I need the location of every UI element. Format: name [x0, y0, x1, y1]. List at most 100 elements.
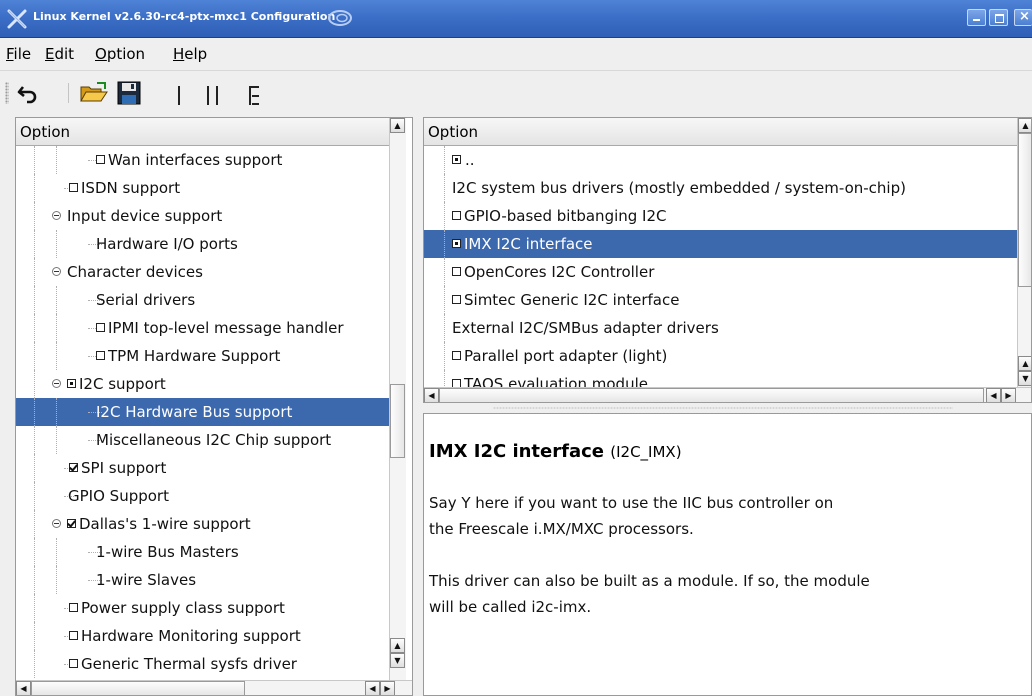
tree-row[interactable]: Power supply class support [16, 594, 389, 622]
tree-row[interactable]: GPIO Support [16, 482, 389, 510]
unchecked-checkbox-icon[interactable] [96, 323, 105, 332]
scroll-down-button[interactable]: ▼ [390, 653, 405, 668]
tree-connector [56, 314, 57, 342]
scroll-left-button[interactable]: ◀ [16, 681, 31, 695]
scroll-up-button[interactable]: ▲ [390, 638, 405, 653]
option-list[interactable]: Option .. I2C system bus drivers (mostly … [423, 117, 1032, 403]
tree-header[interactable]: Option [16, 118, 389, 146]
tree-row[interactable]: TPM Hardware Support [16, 342, 389, 370]
tree-row[interactable]: ISDN support [16, 174, 389, 202]
tree-row[interactable]: Generic Thermal sysfs driver [16, 650, 389, 678]
tree-row-label: I2C support [79, 375, 166, 393]
expander-icon[interactable] [52, 379, 61, 388]
expander-icon[interactable] [52, 267, 61, 276]
list-horizontal-scrollbar[interactable]: ◀ ◀ ▶ [424, 387, 1031, 402]
tree-row[interactable]: Hardware I/O ports [16, 230, 389, 258]
tree-row[interactable]: Dallas's 1-wire support [16, 510, 389, 538]
unchecked-checkbox-icon[interactable] [96, 351, 105, 360]
save-disk-icon[interactable] [116, 81, 142, 105]
tree-connector [56, 230, 57, 258]
unchecked-checkbox-icon[interactable] [452, 295, 461, 304]
tree-row-label: 1-wire Bus Masters [96, 543, 239, 561]
tree-row[interactable]: IPMI top-level message handler [16, 314, 389, 342]
open-folder-icon[interactable] [79, 81, 109, 105]
tree-row[interactable]: Character devices [16, 258, 389, 286]
tree-row-label: 1-wire Slaves [96, 571, 197, 589]
config-tree[interactable]: Option Wan interfaces support ISDN suppor… [15, 117, 413, 696]
unchecked-checkbox-icon[interactable] [69, 659, 78, 668]
toolbar-grip[interactable] [5, 82, 9, 104]
tree-connector [34, 426, 35, 454]
tree-connector [34, 370, 35, 398]
list-row[interactable]: External I2C/SMBus adapter drivers [424, 314, 1017, 342]
list-row[interactable]: OpenCores I2C Controller [424, 258, 1017, 286]
tree-connector [56, 146, 57, 174]
single-view-icon[interactable] [175, 86, 185, 106]
tree-horizontal-scrollbar[interactable]: ◀ ◀ ▶ [16, 680, 412, 695]
module-checkbox-icon[interactable] [452, 239, 461, 248]
tree-vertical-scrollbar[interactable]: ▲ ▲ ▼ [389, 118, 406, 681]
back-arrow-icon[interactable] [15, 81, 41, 105]
split-view-icon[interactable] [205, 86, 225, 106]
list-row[interactable]: IMX I2C interface [424, 230, 1017, 258]
scroll-left-button[interactable]: ◀ [424, 388, 439, 402]
checked-checkbox-icon[interactable] [69, 463, 78, 472]
module-checkbox-icon[interactable] [67, 379, 76, 388]
scroll-up-button[interactable]: ▲ [1018, 356, 1031, 371]
scroll-left-button[interactable]: ◀ [986, 388, 1001, 402]
tree-row-label: Serial drivers [96, 291, 196, 309]
list-vertical-scrollbar[interactable]: ▲ ▲ ▼ [1017, 118, 1031, 387]
unchecked-checkbox-icon[interactable] [69, 603, 78, 612]
list-hscroll-thumb[interactable] [439, 388, 984, 402]
close-button[interactable]: × [1014, 9, 1032, 26]
scroll-right-button[interactable]: ▶ [380, 681, 395, 695]
tree-row[interactable]: Serial drivers [16, 286, 389, 314]
list-row-label: External I2C/SMBus adapter drivers [452, 319, 719, 337]
list-row-label: GPIO-based bitbanging I2C [464, 207, 667, 225]
tree-row-label: Miscellaneous I2C Chip support [96, 431, 332, 449]
list-row[interactable]: GPIO-based bitbanging I2C [424, 202, 1017, 230]
tree-row[interactable]: 1-wire Bus Masters [16, 538, 389, 566]
unchecked-checkbox-icon[interactable] [452, 351, 461, 360]
tree-hscroll-thumb[interactable] [31, 681, 245, 695]
tree-row[interactable]: 1-wire Slaves [16, 566, 389, 594]
tree-row[interactable]: Wan interfaces support [16, 146, 389, 174]
scroll-up-button[interactable]: ▲ [390, 118, 405, 133]
tree-row[interactable]: SPI support [16, 454, 389, 482]
tree-scroll-thumb[interactable] [390, 384, 405, 458]
tree-row[interactable]: I2C support [16, 370, 389, 398]
list-row[interactable]: .. [424, 146, 1017, 174]
menu-option[interactable]: Option [95, 45, 145, 63]
tree-row[interactable]: Input device support [16, 202, 389, 230]
expander-icon[interactable] [52, 519, 61, 528]
full-view-icon[interactable] [248, 86, 262, 106]
pane-splitter[interactable] [423, 403, 1032, 413]
list-row[interactable]: I2C system bus drivers (mostly embedded … [424, 174, 1017, 202]
unchecked-checkbox-icon[interactable] [96, 155, 105, 164]
unchecked-checkbox-icon[interactable] [452, 211, 461, 220]
tree-row[interactable]: I2C Hardware Bus support [16, 398, 389, 426]
expander-icon[interactable] [52, 211, 61, 220]
maximize-button[interactable] [989, 9, 1008, 26]
scroll-left-button[interactable]: ◀ [365, 681, 380, 695]
scroll-down-button[interactable]: ▼ [1018, 371, 1031, 386]
list-row[interactable]: Simtec Generic I2C interface [424, 286, 1017, 314]
tree-row[interactable]: Hardware Monitoring support [16, 622, 389, 650]
menu-file[interactable]: File [6, 45, 31, 63]
unchecked-checkbox-icon[interactable] [69, 183, 78, 192]
unchecked-checkbox-icon[interactable] [452, 267, 461, 276]
list-row[interactable]: Parallel port adapter (light) [424, 342, 1017, 370]
parent-menu-icon[interactable] [452, 155, 461, 164]
menu-edit[interactable]: Edit [45, 45, 74, 63]
scroll-up-button[interactable]: ▲ [1018, 118, 1031, 133]
list-scroll-thumb[interactable] [1018, 133, 1031, 287]
menu-help[interactable]: Help [173, 45, 207, 63]
tree-connector [444, 202, 445, 230]
checked-checkbox-icon[interactable] [67, 519, 76, 528]
minimize-button[interactable] [967, 9, 986, 26]
toolbar [0, 70, 1032, 115]
unchecked-checkbox-icon[interactable] [69, 631, 78, 640]
list-header[interactable]: Option [424, 118, 1017, 146]
tree-row[interactable]: Miscellaneous I2C Chip support [16, 426, 389, 454]
scroll-right-button[interactable]: ▶ [1001, 388, 1016, 402]
